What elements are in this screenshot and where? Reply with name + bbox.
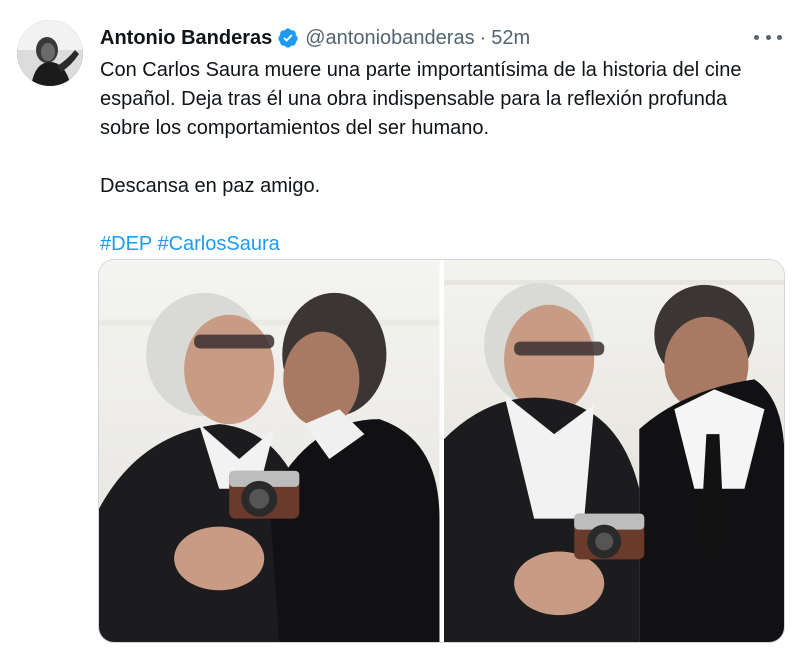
display-name[interactable]: Antonio Banderas bbox=[100, 27, 272, 50]
tweet-card[interactable]: Antonio Banderas @antoniobanderas · 52m … bbox=[0, 0, 800, 656]
more-dot bbox=[765, 34, 771, 40]
verified-badge-icon bbox=[278, 28, 298, 48]
tweet-header: Antonio Banderas @antoniobanderas · 52m bbox=[100, 24, 530, 52]
photo-left[interactable] bbox=[99, 260, 440, 642]
photo-right[interactable] bbox=[443, 260, 784, 642]
tweet-paragraph-1: Con Carlos Saura muere una parte importa… bbox=[100, 59, 742, 139]
media-gallery bbox=[98, 259, 785, 643]
handle[interactable]: @antoniobanderas bbox=[305, 27, 474, 50]
avatar[interactable] bbox=[17, 20, 83, 86]
hashtag-link[interactable]: #CarlosSaura bbox=[157, 233, 279, 255]
separator-dot: · bbox=[479, 26, 487, 49]
more-horizontal-icon[interactable] bbox=[754, 26, 782, 48]
more-dot bbox=[754, 34, 759, 40]
tweet-text: Con Carlos Saura muere una parte importa… bbox=[100, 56, 780, 259]
timestamp[interactable]: 52m bbox=[491, 27, 530, 50]
hashtag-link[interactable]: #DEP bbox=[100, 233, 152, 255]
more-dot bbox=[777, 34, 782, 40]
hashtag-list: #DEP #CarlosSaura bbox=[100, 230, 780, 259]
tweet-paragraph-2: Descansa en paz amigo. bbox=[100, 175, 321, 197]
